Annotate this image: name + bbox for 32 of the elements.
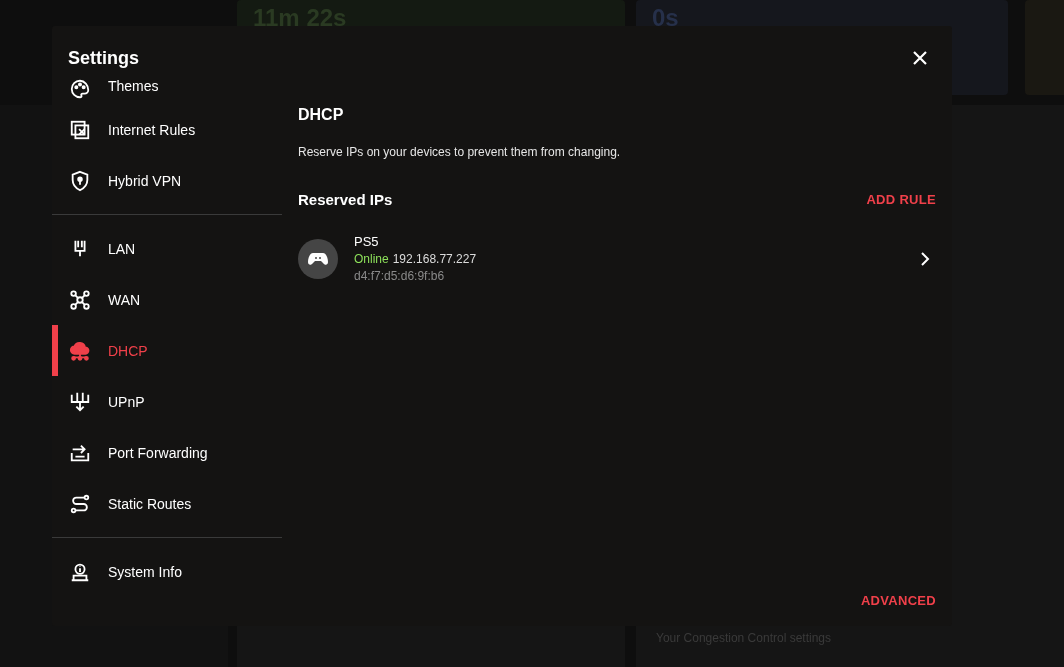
download-tray-icon: [69, 390, 91, 413]
chevron-right-icon: [920, 251, 930, 266]
sidebar-item[interactable]: UPnP: [52, 376, 282, 427]
sidebar-item[interactable]: Port Forwarding: [52, 427, 282, 478]
close-icon: [912, 50, 928, 66]
sidebar-item[interactable]: Static Routes: [52, 478, 282, 529]
close-button[interactable]: [912, 50, 928, 66]
palette-icon: [69, 78, 91, 100]
mac-address: d4:f7:d5:d6:9f:b6: [354, 269, 446, 283]
add-rule-button[interactable]: ADD RULE: [866, 192, 936, 207]
page-title: DHCP: [298, 106, 345, 124]
cloud-network-icon: [69, 339, 91, 362]
sidebar-item[interactable]: WAN: [52, 274, 282, 325]
sidebar-item[interactable]: DHCP: [52, 325, 282, 376]
dialog-title: Settings: [68, 47, 139, 69]
device-row[interactable]: PS5 Online 192.168.77.227 d4:f7:d5:d6:9f:b6: [298, 234, 936, 283]
blocked-window-icon: [69, 118, 91, 141]
sidebar-item[interactable]: Hybrid VPN: [52, 155, 282, 206]
sidebar-item[interactable]: Themes: [52, 78, 282, 104]
advanced-button[interactable]: ADVANCED: [860, 593, 936, 608]
gamepad-icon: [298, 238, 338, 279]
ip-address: 192.168.77.227: [392, 252, 477, 266]
sidebar-item[interactable]: System Info: [52, 546, 282, 597]
device-name: PS5: [354, 234, 380, 249]
shield-icon: [69, 169, 91, 192]
description-text: Reserve IPs on your devices to prevent them from changing.: [298, 145, 622, 159]
section-title: Reserved IPs: [298, 191, 393, 208]
network-icon: [69, 288, 91, 311]
sidebar-item[interactable]: LAN: [52, 223, 282, 274]
sidebar-item[interactable]: Internet Rules: [52, 104, 282, 155]
status-text: Online: [354, 252, 389, 266]
route-icon: [69, 492, 91, 515]
